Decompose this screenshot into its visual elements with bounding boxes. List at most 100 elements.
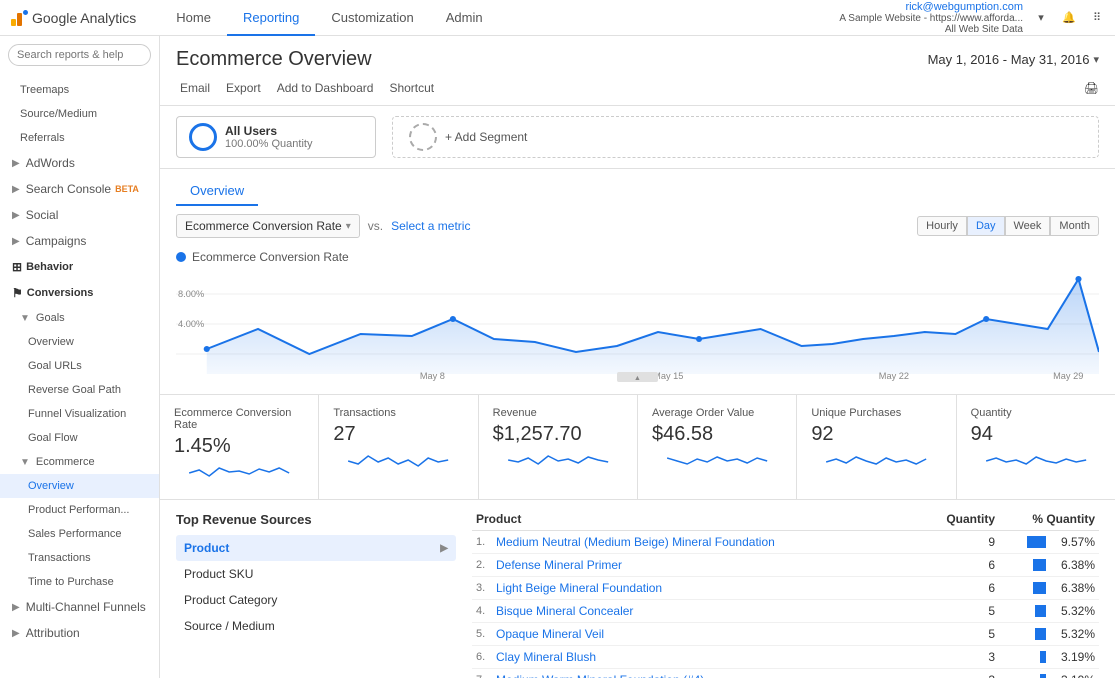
row-product-name[interactable]: Clay Mineral Blush [496, 650, 915, 664]
email-button[interactable]: Email [176, 79, 214, 97]
row-product-name[interactable]: Light Beige Mineral Foundation [496, 581, 915, 595]
revenue-item-product[interactable]: Product ▶ [176, 535, 456, 561]
bar-chart [1027, 536, 1046, 548]
stat-unique-purchases: Unique Purchases 92 [797, 395, 956, 499]
row-bar-pct: 3.19% [995, 673, 1095, 678]
time-btn-hourly[interactable]: Hourly [917, 216, 967, 236]
segment-bar: All Users 100.00% Quantity + Add Segment [160, 106, 1115, 169]
table-row: 1. Medium Neutral (Medium Beige) Mineral… [472, 531, 1099, 554]
export-button[interactable]: Export [222, 79, 265, 97]
revenue-sources: Top Revenue Sources Product ▶ Product SK… [176, 512, 456, 678]
bar-chart [1035, 605, 1046, 617]
nav-home[interactable]: Home [160, 0, 227, 36]
row-bar-pct: 5.32% [995, 627, 1095, 641]
tab-bar: Overview [160, 169, 1115, 206]
chart-area: 8.00% 4.00% May 8 May 15 May 22 May 29 [160, 264, 1115, 394]
col-header-quantity: Quantity [915, 512, 995, 526]
row-product-name[interactable]: Medium Warm Mineral Foundation (#4) [496, 673, 915, 678]
sidebar-item-transactions[interactable]: Transactions [0, 546, 159, 570]
sidebar-item-goals[interactable]: ▼ Goals [0, 306, 159, 330]
sidebar-item-goal-urls[interactable]: Goal URLs [0, 354, 159, 378]
dropdown-icon[interactable]: ▾ [1031, 8, 1051, 28]
time-btn-week[interactable]: Week [1005, 216, 1051, 236]
stat-value-0: 1.45% [174, 435, 304, 458]
nav-links: Home Reporting Customization Admin [160, 0, 498, 36]
ga-logo-icon [8, 8, 28, 28]
time-btn-month[interactable]: Month [1050, 216, 1099, 236]
stats-row: Ecommerce Conversion Rate 1.45% Transact… [160, 394, 1115, 500]
segment-indicator [189, 123, 217, 151]
sidebar: Treemaps Source/Medium Referrals ▶ AdWor… [0, 36, 160, 678]
row-product-name[interactable]: Defense Mineral Primer [496, 558, 915, 572]
content-area: Ecommerce Overview May 1, 2016 - May 31,… [160, 36, 1115, 678]
revenue-sources-title: Top Revenue Sources [176, 512, 456, 527]
sidebar-item-product-performance[interactable]: Product Performan... [0, 498, 159, 522]
sidebar-item-search-console[interactable]: ▶ Search Console BETA [0, 176, 159, 202]
row-product-name[interactable]: Opaque Mineral Veil [496, 627, 915, 641]
sidebar-item-ecommerce-overview[interactable]: Overview [0, 474, 159, 498]
revenue-product-label: Product [184, 541, 229, 555]
user-email: rick@webgumption.com [839, 1, 1023, 13]
date-range-picker[interactable]: May 1, 2016 - May 31, 2016 ▾ [928, 52, 1099, 67]
nav-right: rick@webgumption.com A Sample Website - … [839, 1, 1107, 35]
sidebar-item-sales-performance[interactable]: Sales Performance [0, 522, 159, 546]
bar-chart [1040, 674, 1046, 678]
add-segment-label: + Add Segment [445, 130, 527, 144]
sidebar-item-behavior[interactable]: ⊞ Behavior [0, 254, 159, 280]
time-btn-day[interactable]: Day [967, 216, 1005, 236]
legend-label: Ecommerce Conversion Rate [192, 250, 349, 264]
sidebar-item-referrals[interactable]: Referrals [0, 126, 159, 150]
sidebar-item-campaigns[interactable]: ▶ Campaigns [0, 228, 159, 254]
metric-value: Ecommerce Conversion Rate [185, 219, 342, 233]
table-row: 4. Bisque Mineral Concealer 5 5.32% [472, 600, 1099, 623]
add-segment-button[interactable]: + Add Segment [392, 116, 1099, 158]
nav-customization[interactable]: Customization [315, 0, 429, 36]
sidebar-item-time-to-purchase[interactable]: Time to Purchase [0, 570, 159, 594]
sidebar-item-social[interactable]: ▶ Social [0, 202, 159, 228]
page-title: Ecommerce Overview [176, 48, 372, 71]
apps-icon[interactable]: ⠿ [1087, 8, 1107, 28]
revenue-item-product-category[interactable]: Product Category [176, 587, 456, 613]
shortcut-button[interactable]: Shortcut [385, 79, 438, 97]
sidebar-item-funnel-visualization[interactable]: Funnel Visualization [0, 402, 159, 426]
sidebar-item-ecommerce[interactable]: ▼ Ecommerce [0, 450, 159, 474]
tab-overview[interactable]: Overview [176, 177, 258, 206]
select-metric-link[interactable]: Select a metric [391, 219, 470, 233]
row-product-name[interactable]: Bisque Mineral Concealer [496, 604, 915, 618]
segment-text: All Users 100.00% Quantity [225, 124, 312, 150]
sidebar-item-goal-flow[interactable]: Goal Flow [0, 426, 159, 450]
search-input[interactable] [8, 44, 151, 66]
metric-select-group: Ecommerce Conversion Rate ▾ vs. Select a… [176, 214, 470, 238]
nav-admin[interactable]: Admin [430, 0, 499, 36]
revenue-item-product-sku[interactable]: Product SKU [176, 561, 456, 587]
row-pct-text: 3.19% [1050, 673, 1095, 678]
bell-icon[interactable]: 🔔 [1059, 8, 1079, 28]
svg-text:8.00%: 8.00% [178, 289, 204, 299]
sidebar-item-goals-overview[interactable]: Overview [0, 330, 159, 354]
print-icon[interactable]: 🖨 [1084, 81, 1099, 95]
sidebar-item-attribution[interactable]: ▶ Attribution [0, 620, 159, 646]
sparkline-5 [971, 446, 1101, 476]
nav-reporting[interactable]: Reporting [227, 0, 315, 36]
revenue-item-source-medium[interactable]: Source / Medium [176, 613, 456, 639]
sidebar-item-source-medium[interactable]: Source/Medium [0, 102, 159, 126]
metric-dropdown[interactable]: Ecommerce Conversion Rate ▾ [176, 214, 360, 238]
stat-avg-order: Average Order Value $46.58 [638, 395, 797, 499]
sidebar-item-conversions[interactable]: ⚑ Conversions [0, 280, 159, 306]
bar-chart [1033, 582, 1046, 594]
row-quantity: 6 [915, 581, 995, 595]
main-layout: Treemaps Source/Medium Referrals ▶ AdWor… [0, 36, 1115, 678]
sidebar-item-treemaps[interactable]: Treemaps [0, 78, 159, 102]
date-range-text: May 1, 2016 - May 31, 2016 [928, 52, 1090, 67]
row-quantity: 6 [915, 558, 995, 572]
row-num: 3. [476, 582, 496, 594]
sidebar-item-reverse-goal-path[interactable]: Reverse Goal Path [0, 378, 159, 402]
add-to-dashboard-button[interactable]: Add to Dashboard [273, 79, 378, 97]
row-product-name[interactable]: Medium Neutral (Medium Beige) Mineral Fo… [496, 535, 915, 549]
row-quantity: 5 [915, 604, 995, 618]
sidebar-item-multi-channel[interactable]: ▶ Multi-Channel Funnels [0, 594, 159, 620]
table-row: 6. Clay Mineral Blush 3 3.19% [472, 646, 1099, 669]
sidebar-item-adwords[interactable]: ▶ AdWords [0, 150, 159, 176]
row-pct-text: 3.19% [1050, 650, 1095, 664]
segment-sub: 100.00% Quantity [225, 138, 312, 150]
